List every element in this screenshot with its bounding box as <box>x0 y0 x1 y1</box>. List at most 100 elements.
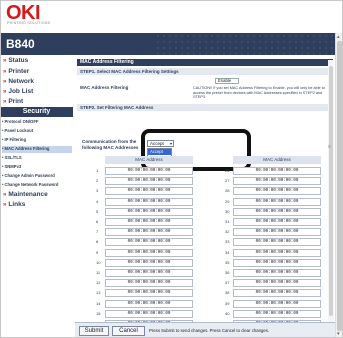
mac-address-input[interactable]: 00:00:00:00:00:00 <box>105 218 193 226</box>
annotation-highlight-ring <box>141 129 251 171</box>
sidebar-subitem-ip-filtering[interactable]: •IP Filtering <box>2 137 72 144</box>
step2-heading: STEP2. Set Filtering MAC Address <box>77 104 333 111</box>
arrow-icon: » <box>3 202 7 208</box>
mac-table-row: 7 00:00:00:00:00:00 <box>95 227 193 237</box>
mac-address-input[interactable]: 00:00:00:00:00:00 <box>233 258 321 267</box>
mac-table-row: 15 00:00:00:00:00:00 <box>95 309 193 319</box>
mac-address-input[interactable]: 00:00:00:00:00:00 <box>233 228 321 237</box>
oki-logo: OKI PRINTING SOLUTIONS <box>6 2 50 26</box>
sidebar-subitem-protocol[interactable]: •Protocol ON/OFF <box>2 119 72 126</box>
sidebar-subitem-label: Change Network Password <box>4 182 59 187</box>
mac-address-input[interactable]: 00:00:00:00:00:00 <box>233 309 321 318</box>
sidebar-subitem-label: Panel Lockout <box>4 128 34 133</box>
mac-address-input[interactable]: 00:00:00:00:00:00 <box>105 289 193 298</box>
mac-table-row: 26 00:00:00:00:00:00 <box>224 166 321 176</box>
cancel-button[interactable]: Cancel <box>112 326 145 336</box>
communication-label-line2: following MAC Addresses <box>82 144 139 150</box>
mac-address-input[interactable]: 00:00:00:00:00:00 <box>233 248 321 257</box>
mac-address-input[interactable]: 00:00:00:00:00:00 <box>233 289 321 298</box>
mac-row-number: 14 <box>96 300 101 306</box>
mac-address-input[interactable]: 00:00:00:00:00:00 <box>233 238 321 247</box>
mac-table-row: 30 00:00:00:00:00:00 <box>224 207 321 217</box>
mac-address-input[interactable]: 00:00:00:00:00:00 <box>233 177 321 186</box>
sidebar-subitem-snmpv3[interactable]: •SNMPv3 <box>2 164 72 171</box>
mac-address-input[interactable]: 00:00:00:00:00:00 <box>105 248 193 257</box>
mac-row-number: 10 <box>96 259 101 265</box>
mac-address-input[interactable]: 00:00:00:00:00:00 <box>105 167 193 175</box>
mac-address-input[interactable]: 00:00:00:00:00:00 <box>233 167 321 175</box>
sidebar-item-label: Links <box>8 201 26 208</box>
mac-address-input[interactable]: 00:00:00:00:00:00 <box>233 207 321 216</box>
mac-table-row: 4 00:00:00:00:00:00 <box>95 197 193 207</box>
scroll-down-icon[interactable]: ▾ <box>337 331 340 337</box>
sidebar-item-label: Job List <box>8 88 34 95</box>
sidebar-subitem-panel-lockout[interactable]: •Panel Lockout <box>2 128 72 135</box>
mac-address-input[interactable]: 00:00:00:00:00:00 <box>105 299 193 308</box>
panel-title: MAC Address Filtering <box>77 59 333 66</box>
mac-row-number: 1 <box>96 168 99 173</box>
mac-table-row: 3 00:00:00:00:00:00 <box>95 186 193 196</box>
mac-address-input[interactable]: 00:00:00:00:00:00 <box>233 197 321 206</box>
sidebar-subitem-ssl-tls[interactable]: •SSL/TLS <box>2 155 72 162</box>
sidebar-subitem-network-password[interactable]: •Change Network Password <box>2 182 72 189</box>
mac-row-number: 12 <box>96 280 101 286</box>
model-name: B840 <box>6 37 35 51</box>
mac-address-input[interactable]: 00:00:00:00:00:00 <box>105 279 193 288</box>
mac-address-input[interactable]: 00:00:00:00:00:00 <box>105 197 193 206</box>
sidebar-item-label: Print <box>8 98 24 105</box>
submit-button[interactable]: Submit <box>79 326 109 336</box>
mac-address-input[interactable]: 00:00:00:00:00:00 <box>233 187 321 196</box>
mac-table-row: 8 00:00:00:00:00:00 <box>95 237 193 247</box>
sidebar-subitem-admin-password[interactable]: •Change Admin Password <box>2 173 72 180</box>
content-scrollbar[interactable]: ≡ <box>328 60 334 322</box>
filtering-select[interactable]: Enable <box>215 78 239 84</box>
mac-row-number: 2 <box>96 178 99 184</box>
model-bar: B840 <box>0 33 335 55</box>
mac-row-number: 9 <box>96 249 99 255</box>
mac-table-row: 35 00:00:00:00:00:00 <box>224 258 321 268</box>
mac-address-input[interactable]: 00:00:00:00:00:00 <box>105 269 193 277</box>
content-scrollbar-thumb[interactable] <box>329 66 333 316</box>
sidebar-subitem-label: Change Admin Password <box>4 173 55 178</box>
sidebar-item-label: Status <box>8 57 29 64</box>
arrow-icon: » <box>3 89 7 95</box>
communication-label-line1: Communication from the <box>82 139 137 144</box>
browser-window: OKI PRINTING SOLUTIONS B840 » Status » Pri… <box>0 0 343 338</box>
mac-address-input[interactable]: 00:00:00:00:00:00 <box>105 258 193 267</box>
mac-table-row: 28 00:00:00:00:00:00 <box>224 186 321 196</box>
mac-address-input[interactable]: 00:00:00:00:00:00 <box>233 279 321 288</box>
sidebar-item-label: Network <box>8 78 34 85</box>
mac-address-input[interactable]: 00:00:00:00:00:00 <box>233 218 321 226</box>
mac-table-row: 1 00:00:00:00:00:00 <box>95 166 193 176</box>
sidebar-item-links[interactable]: » Links <box>3 201 25 212</box>
arrow-icon: » <box>3 69 7 75</box>
window-scrollbar[interactable]: ▴ ▾ <box>335 33 343 338</box>
sidebar-subitem-mac-filtering[interactable]: •MAC Address Filtering <box>2 146 72 153</box>
sidebar-subitem-label: SSL/TLS <box>4 155 22 160</box>
mac-table-row: 29 00:00:00:00:00:00 <box>224 197 321 207</box>
sidebar-item-status[interactable]: » Status <box>3 57 28 68</box>
mac-address-input[interactable]: 00:00:00:00:00:00 <box>105 238 193 247</box>
mac-table-row: 33 00:00:00:00:00:00 <box>224 237 321 247</box>
mac-address-input[interactable]: 00:00:00:00:00:00 <box>105 228 193 237</box>
mac-address-input[interactable]: 00:00:00:00:00:00 <box>105 187 193 196</box>
mac-column-header-right: MAC Address <box>233 156 321 164</box>
mac-row-number: 15 <box>96 310 101 316</box>
logo-word: OKI <box>6 2 41 24</box>
mac-address-input[interactable]: 00:00:00:00:00:00 <box>233 299 321 308</box>
arrow-icon: » <box>3 79 7 85</box>
mac-address-input[interactable]: 00:00:00:00:00:00 <box>105 309 193 318</box>
mac-table-row: 31 00:00:00:00:00:00 <box>224 217 321 227</box>
scroll-up-icon[interactable]: ▴ <box>337 34 340 40</box>
mac-table-row: 11 00:00:00:00:00:00 <box>95 268 193 278</box>
caution-text: CAUTION!! If you set MAC Address Filteri… <box>193 86 325 100</box>
mac-address-input[interactable]: 00:00:00:00:00:00 <box>233 269 321 277</box>
sidebar-item-label: Printer <box>8 68 30 75</box>
dot-pattern <box>155 33 335 55</box>
window-scrollbar-thumb[interactable] <box>337 41 342 331</box>
sidebar-section-security[interactable]: Security <box>0 107 73 117</box>
mac-address-input[interactable]: 00:00:00:00:00:00 <box>105 207 193 216</box>
mac-address-input[interactable]: 00:00:00:00:00:00 <box>105 177 193 186</box>
mac-table-row: 9 00:00:00:00:00:00 <box>95 248 193 258</box>
mac-table-row: 13 00:00:00:00:00:00 <box>95 288 193 298</box>
